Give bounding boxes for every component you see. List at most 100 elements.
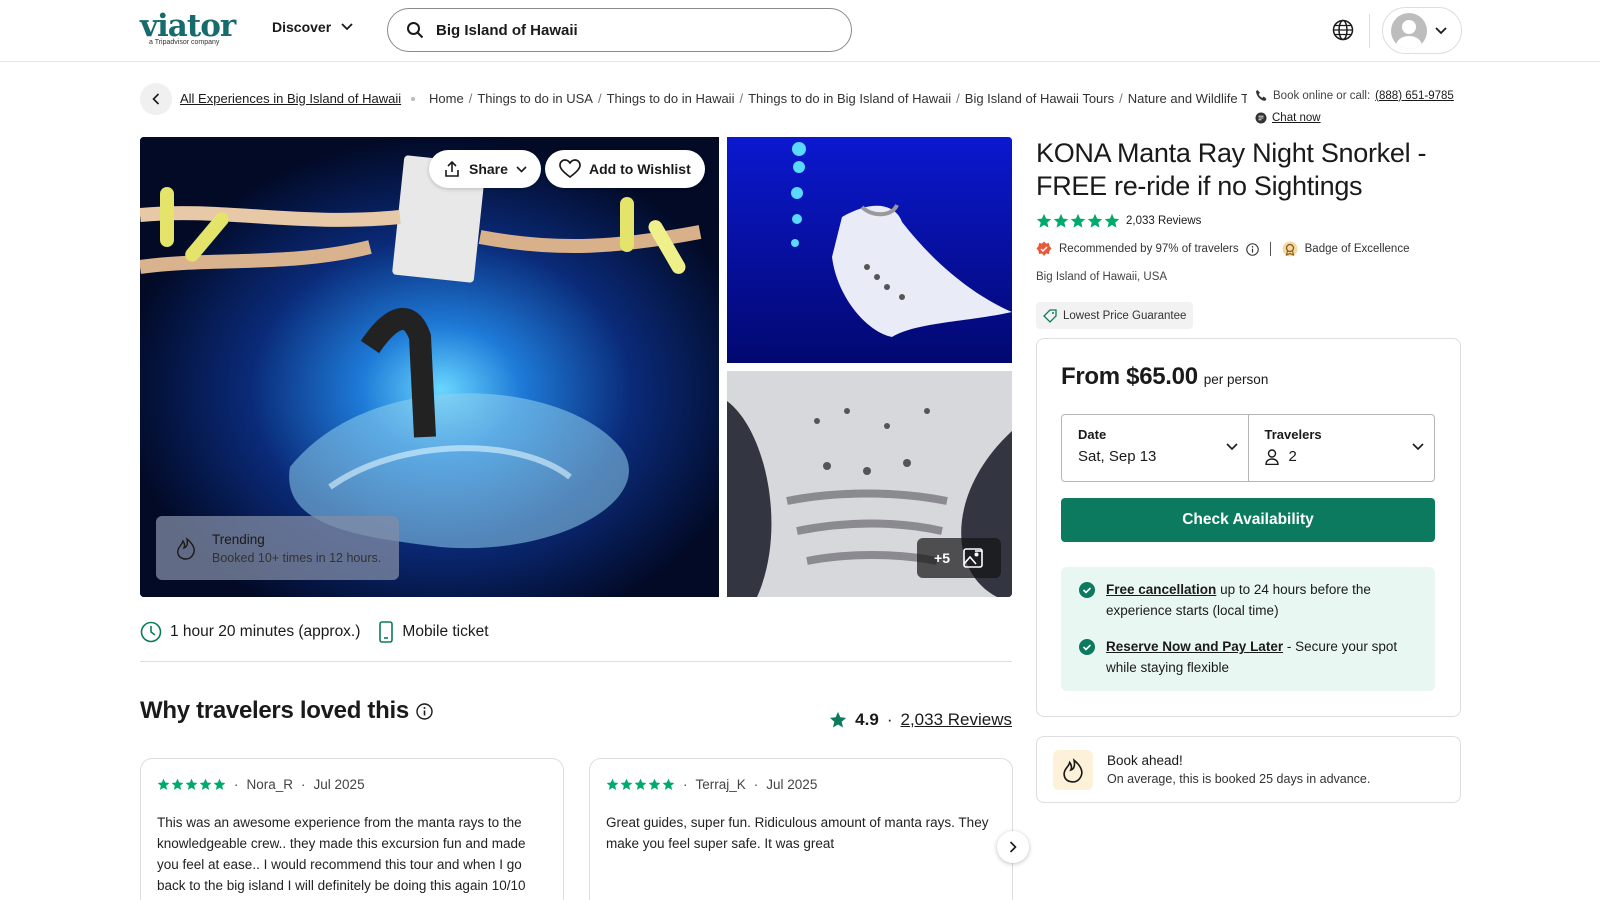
breadcrumb-item-usa[interactable]: Things to do in USA bbox=[477, 91, 593, 106]
rating-dot: · bbox=[886, 710, 893, 729]
section-title: Why travelers loved this bbox=[140, 697, 433, 725]
star-icon bbox=[606, 778, 619, 790]
breadcrumb-item-hawaii[interactable]: Things to do in Hawaii bbox=[607, 91, 735, 106]
sep-dot: · bbox=[234, 777, 239, 792]
booking-pickers: Date Sat, Sep 13 Travelers 2 bbox=[1061, 414, 1435, 482]
search-input[interactable]: Big Island of Hawaii bbox=[436, 22, 578, 39]
date-picker[interactable]: Date Sat, Sep 13 bbox=[1062, 415, 1248, 481]
clock-icon bbox=[140, 621, 162, 643]
trending-badge: Trending Booked 10+ times in 12 hours. bbox=[156, 516, 399, 580]
review-header: · Terraj_K · Jul 2025 bbox=[606, 777, 996, 792]
travelers-label: Travelers bbox=[1264, 427, 1322, 442]
chevron-down-icon bbox=[1412, 443, 1424, 451]
share-label: Share bbox=[469, 161, 508, 177]
breadcrumb-item-big-island[interactable]: Things to do in Big Island of Hawaii bbox=[748, 91, 951, 106]
chevron-down-icon bbox=[341, 23, 353, 31]
date-value: Sat, Sep 13 bbox=[1078, 448, 1157, 465]
star-icon bbox=[1104, 213, 1120, 228]
header-divider bbox=[1369, 14, 1370, 48]
price: From $65.00 per person bbox=[1061, 363, 1268, 391]
review-stars bbox=[157, 778, 226, 791]
ticket-feature: Mobile ticket bbox=[378, 621, 489, 643]
star-icon bbox=[1070, 213, 1086, 228]
star-icon bbox=[634, 778, 647, 790]
travelers-value: 2 bbox=[1288, 448, 1297, 465]
info-icon[interactable] bbox=[1245, 242, 1259, 256]
breadcrumb-item-nature[interactable]: Nature and Wildlife Tours bbox=[1128, 91, 1247, 106]
features-row: 1 hour 20 minutes (approx.) Mobile ticke… bbox=[140, 621, 507, 643]
perk-reserve: Reserve Now and Pay Later - Secure your … bbox=[1079, 636, 1417, 678]
product-review-count: 2,033 Reviews bbox=[1126, 215, 1202, 227]
book-ahead-title: Book ahead! bbox=[1107, 753, 1183, 768]
ticket-text: Mobile ticket bbox=[402, 623, 489, 640]
star-icon bbox=[185, 778, 198, 790]
trending-title: Trending bbox=[212, 531, 265, 547]
sep-dot: · bbox=[753, 777, 759, 792]
review-date: Jul 2025 bbox=[766, 777, 818, 792]
info-icon[interactable] bbox=[416, 702, 433, 720]
breadcrumb-item-tours[interactable]: Big Island of Hawaii Tours bbox=[965, 91, 1114, 106]
person-icon bbox=[1264, 448, 1279, 465]
sep-dot: · bbox=[683, 777, 688, 792]
more-photos-button[interactable]: +5 bbox=[917, 538, 1001, 578]
section-divider bbox=[140, 661, 1012, 662]
free-cancellation-link[interactable]: Free cancellation bbox=[1106, 582, 1216, 597]
review-card[interactable]: · Nora_R · Jul 2025 This was an awesome … bbox=[140, 758, 564, 900]
badge-icon bbox=[1036, 241, 1052, 256]
chat-now[interactable]: Chat now bbox=[1255, 112, 1321, 124]
wishlist-button[interactable]: Add to Wishlist bbox=[545, 150, 705, 188]
star-icon bbox=[648, 778, 661, 790]
section-title-text: Why travelers loved this bbox=[140, 697, 409, 724]
book-ahead-subtitle: On average, this is booked 25 days in ad… bbox=[1107, 772, 1371, 786]
badge-text: Badge of Excellence bbox=[1304, 243, 1410, 255]
flame-icon bbox=[177, 537, 195, 560]
reviews-next-button[interactable] bbox=[997, 831, 1029, 863]
recommendation-row: Recommended by 97% of travelers Badge of… bbox=[1036, 241, 1409, 257]
product-stars bbox=[1036, 213, 1120, 229]
duration-text: 1 hour 20 minutes (approx.) bbox=[170, 623, 361, 640]
rating-summary: 4.9 · 2,033 Reviews bbox=[829, 710, 1012, 730]
breadcrumb-dot bbox=[411, 97, 415, 101]
star-icon bbox=[620, 778, 633, 790]
reviews-link[interactable]: 2,033 Reviews bbox=[900, 710, 1012, 730]
travelers-picker[interactable]: Travelers 2 bbox=[1247, 415, 1435, 481]
viator-logo[interactable]: viator a Tripadvisor company bbox=[140, 10, 244, 46]
chevron-down-icon bbox=[516, 165, 527, 173]
duration-feature: 1 hour 20 minutes (approx.) bbox=[140, 621, 360, 643]
back-button[interactable] bbox=[140, 83, 172, 115]
breadcrumb: Home / Things to do in USA / Things to do in… bbox=[429, 91, 1247, 106]
recommended-text: Recommended by 97% of travelers bbox=[1059, 243, 1239, 255]
review-date: Jul 2025 bbox=[313, 777, 365, 792]
avatar bbox=[1391, 12, 1427, 49]
star-icon bbox=[662, 778, 675, 790]
photo-manta-underside[interactable] bbox=[727, 137, 1012, 363]
star-icon bbox=[199, 778, 212, 790]
breadcrumb-item-home[interactable]: Home bbox=[429, 91, 464, 106]
share-button[interactable]: Share bbox=[429, 150, 541, 188]
reserve-now-link[interactable]: Reserve Now and Pay Later bbox=[1106, 639, 1283, 654]
review-author: Nora_R bbox=[246, 777, 294, 792]
chevron-down-icon bbox=[1435, 26, 1447, 34]
price-per: per person bbox=[1203, 372, 1269, 387]
search-bar[interactable]: Big Island of Hawaii bbox=[387, 8, 852, 52]
price-guarantee-text: Lowest Price Guarantee bbox=[1063, 309, 1187, 322]
tag-icon bbox=[1043, 308, 1057, 323]
discover-menu[interactable]: Discover bbox=[272, 19, 353, 35]
product-rating[interactable]: 2,033 Reviews bbox=[1036, 213, 1201, 229]
wishlist-label: Add to Wishlist bbox=[589, 161, 691, 177]
logo-wordmark: viator bbox=[140, 8, 236, 44]
check-availability-button[interactable]: Check Availability bbox=[1061, 498, 1435, 542]
award-icon bbox=[1282, 241, 1298, 257]
star-icon bbox=[213, 778, 226, 790]
chat-now-link: Chat now bbox=[1272, 112, 1321, 124]
chevron-right-icon bbox=[1009, 841, 1017, 853]
phone-link[interactable]: (888) 651-9785 bbox=[1375, 90, 1454, 102]
globe-icon[interactable] bbox=[1332, 19, 1354, 41]
rec-divider bbox=[1269, 242, 1271, 256]
price-guarantee-badge[interactable]: Lowest Price Guarantee bbox=[1036, 302, 1194, 329]
star-icon bbox=[171, 778, 184, 790]
account-menu[interactable] bbox=[1382, 7, 1462, 54]
review-card[interactable]: · Terraj_K · Jul 2025 Great guides, supe… bbox=[589, 758, 1013, 900]
book-call-label: Book online or call: bbox=[1273, 89, 1371, 102]
all-experiences-link[interactable]: All Experiences in Big Island of Hawaii bbox=[180, 91, 401, 106]
